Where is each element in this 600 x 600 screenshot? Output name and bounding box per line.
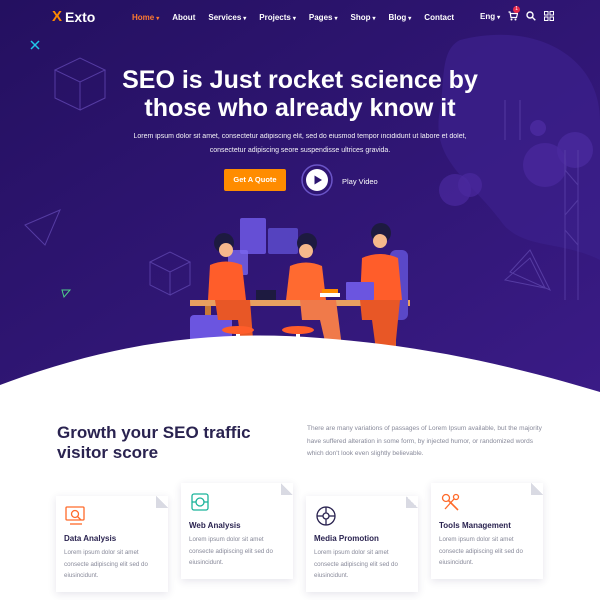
play-icon — [301, 164, 333, 196]
nav-contact-label: Contact — [424, 13, 455, 22]
nav-about-label: About — [172, 13, 196, 22]
chevron-down-icon: ▾ — [372, 16, 376, 22]
nav-blog-label: Blog — [388, 13, 407, 22]
play-video-button[interactable] — [301, 164, 333, 196]
chevron-down-icon: ▾ — [292, 16, 296, 22]
nav-shop-label: Shop — [350, 13, 371, 22]
service-card-title: Web Analysis — [189, 521, 241, 530]
service-card-web-analysis[interactable]: Web Analysis Lorem ipsum dolor sit amet … — [181, 483, 293, 579]
service-card-text: Lorem ipsum dolor sit amet consecte adip… — [64, 549, 148, 579]
grid-menu-icon[interactable] — [544, 11, 555, 21]
growth-title: Growth your SEO traffic visitor score — [57, 423, 251, 462]
search-icon[interactable] — [526, 11, 536, 21]
hero-section: X Exto Home ▾ About Services ▾ Projects ▾ P… — [0, 0, 600, 392]
card-fold-corner — [281, 483, 293, 495]
service-card-text: Lorem ipsum dolor sit amet consecte adip… — [439, 536, 523, 566]
service-card-title: Data Analysis — [64, 534, 117, 543]
data-analysis-icon — [65, 506, 85, 525]
media-promotion-icon — [316, 506, 336, 526]
header-actions: Eng ▾ 1 — [480, 6, 555, 21]
language-selector[interactable]: Eng ▾ — [480, 12, 500, 21]
nav-about[interactable]: About — [172, 13, 195, 22]
nav-projects[interactable]: Projects ▾ — [259, 13, 296, 22]
nav-home-label: Home — [132, 13, 155, 22]
main-nav: Home ▾ About Services ▾ Projects ▾ Pages ▾ S… — [132, 13, 467, 22]
chevron-down-icon: ▾ — [408, 16, 412, 22]
nav-contact[interactable]: Contact — [424, 13, 454, 22]
service-card-data-analysis[interactable]: Data Analysis Lorem ipsum dolor sit amet… — [56, 496, 168, 592]
card-fold-corner — [156, 496, 168, 508]
cart-button[interactable]: 1 — [508, 6, 521, 21]
nav-pages-label: Pages — [308, 13, 333, 22]
hero-background — [0, 0, 600, 392]
service-card-title: Tools Management — [439, 521, 511, 530]
nav-projects-label: Projects — [259, 13, 291, 22]
site-header: X Exto Home ▾ About Services ▾ Projects ▾ P… — [0, 0, 600, 36]
hero-subtitle: Lorem ipsum dolor sit amet, consectetur … — [133, 133, 467, 154]
play-video-label[interactable]: Play Video — [342, 177, 378, 186]
nav-shop[interactable]: Shop ▾ — [350, 13, 375, 22]
hero-title: SEO is Just rocket science by those who … — [122, 66, 478, 122]
chevron-down-icon: ▾ — [497, 14, 501, 21]
growth-description: There are many variations of passages of… — [307, 425, 542, 457]
service-card-media-promotion[interactable]: Media Promotion Lorem ipsum dolor sit am… — [306, 496, 418, 592]
nav-home[interactable]: Home ▾ — [132, 13, 159, 22]
card-fold-corner — [531, 483, 543, 495]
service-card-tools-management[interactable]: Tools Management Lorem ipsum dolor sit a… — [431, 483, 543, 579]
service-card-text: Lorem ipsum dolor sit amet consecte adip… — [314, 549, 398, 579]
logo-text: Exto — [65, 9, 96, 25]
nav-services[interactable]: Services ▾ — [208, 13, 246, 22]
chevron-down-icon: ▾ — [156, 16, 160, 22]
chevron-down-icon: ▾ — [334, 16, 338, 22]
web-analysis-icon — [191, 493, 209, 511]
tools-management-icon — [441, 493, 460, 511]
logo[interactable]: X Exto — [52, 8, 96, 26]
cart-count-badge: 1 — [513, 6, 521, 13]
service-card-title: Media Promotion — [314, 534, 379, 543]
nav-services-label: Services — [208, 13, 242, 22]
service-card-text: Lorem ipsum dolor sit amet consecte adip… — [189, 536, 273, 566]
language-label: Eng — [480, 11, 496, 21]
chevron-down-icon: ▾ — [243, 16, 247, 22]
nav-blog[interactable]: Blog ▾ — [389, 13, 412, 22]
card-fold-corner — [406, 496, 418, 508]
logo-mark: X — [52, 8, 63, 25]
get-a-quote-button[interactable]: Get A Quote — [224, 169, 286, 191]
nav-pages[interactable]: Pages ▾ — [309, 13, 338, 22]
